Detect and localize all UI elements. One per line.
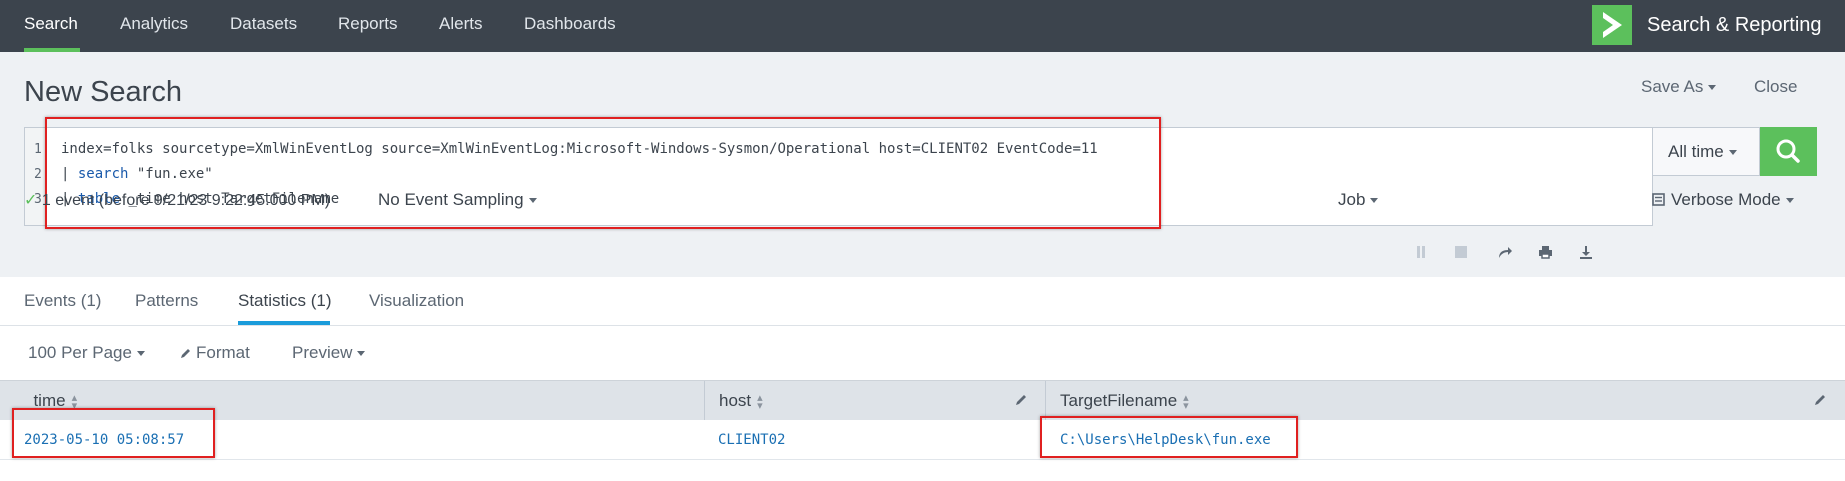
format-label: Format — [196, 343, 250, 362]
time-range-label: All time — [1668, 142, 1724, 161]
check-icon: ✓ — [24, 192, 38, 209]
tab-visualization[interactable]: Visualization — [369, 277, 464, 326]
caret-down-icon — [1370, 198, 1379, 204]
results-table-header: _time ▴ ▾ host ▴ ▾ TargetFilename ▴ ▾ — [0, 380, 1845, 421]
tab-active-indicator — [238, 321, 330, 325]
nav-alerts[interactable]: Alerts — [439, 0, 482, 52]
event-count-status: ✓ 1 event (before 9/21/23 9:22:45.000 PM… — [24, 190, 330, 210]
annotation-query-highlight — [45, 117, 1161, 229]
event-sampling-dropdown[interactable]: No Event Sampling — [378, 190, 537, 210]
caret-down-icon — [1728, 150, 1737, 156]
print-icon[interactable] — [1538, 245, 1553, 259]
sort-icon[interactable]: ▴ ▾ — [1183, 392, 1189, 411]
caret-down-icon — [1785, 198, 1794, 204]
job-label: Job — [1338, 190, 1366, 209]
per-page-dropdown[interactable]: 100 Per Page — [28, 343, 145, 363]
cell-host[interactable]: CLIENT02 — [718, 420, 785, 460]
tab-patterns[interactable]: Patterns — [135, 277, 198, 326]
export-icon[interactable] — [1579, 245, 1593, 259]
results-tabs: Events (1) Patterns Statistics (1) Visua… — [0, 277, 1845, 326]
annotation-filename-highlight — [1040, 416, 1298, 458]
search-icon — [1776, 139, 1800, 163]
pencil-icon[interactable] — [1014, 393, 1028, 407]
preview-label: Preview — [292, 343, 353, 362]
per-page-label: 100 Per Page — [28, 343, 132, 362]
column-header-label: host — [719, 391, 752, 410]
pause-icon[interactable] — [1414, 245, 1428, 259]
column-header-label: TargetFilename — [1060, 391, 1178, 410]
caret-down-icon — [357, 351, 366, 357]
line-number: 2 — [34, 167, 42, 182]
event-sampling-label: No Event Sampling — [378, 190, 524, 209]
app-title[interactable]: Search & Reporting — [1647, 0, 1822, 52]
annotation-time-highlight — [12, 408, 215, 458]
preview-dropdown[interactable]: Preview — [292, 343, 366, 363]
column-header-host[interactable]: host ▴ ▾ — [719, 381, 763, 421]
nav-analytics[interactable]: Analytics — [120, 0, 188, 52]
format-button[interactable]: Format — [180, 343, 250, 363]
line-number: 1 — [34, 142, 42, 157]
nav-search[interactable]: Search — [24, 0, 78, 52]
caret-down-icon — [528, 198, 537, 204]
save-as-label: Save As — [1641, 77, 1704, 96]
nav-datasets[interactable]: Datasets — [230, 0, 297, 52]
nav-reports[interactable]: Reports — [338, 0, 398, 52]
column-header-targetfilename[interactable]: TargetFilename ▴ ▾ — [1060, 381, 1189, 421]
tab-statistics[interactable]: Statistics (1) — [238, 277, 332, 326]
job-menu[interactable]: Job — [1338, 190, 1379, 210]
stop-icon[interactable] — [1454, 245, 1468, 259]
nav-dashboards[interactable]: Dashboards — [524, 0, 616, 52]
table-row: 2023-05-10 05:08:57 CLIENT02 C:\Users\He… — [0, 420, 1845, 460]
column-divider — [1045, 381, 1046, 421]
top-nav: Search Analytics Datasets Reports Alerts… — [0, 0, 1845, 52]
close-button[interactable]: Close — [1754, 77, 1797, 97]
sort-icon[interactable]: ▴ ▾ — [757, 392, 763, 411]
caret-down-icon — [136, 351, 145, 357]
caret-down-icon — [1708, 85, 1717, 91]
pencil-icon[interactable] — [1813, 393, 1827, 407]
share-icon[interactable] — [1497, 245, 1513, 259]
search-mode-label: Verbose Mode — [1671, 190, 1781, 209]
save-as-dropdown[interactable]: Save As — [1641, 77, 1717, 97]
chevron-right-logo-icon[interactable] — [1592, 5, 1632, 45]
time-range-picker[interactable]: All time — [1653, 127, 1760, 176]
tab-events[interactable]: Events (1) — [24, 277, 101, 326]
search-button[interactable] — [1760, 127, 1817, 176]
mode-icon — [1652, 193, 1665, 206]
search-mode-dropdown[interactable]: Verbose Mode — [1652, 190, 1794, 210]
event-count-text: 1 event (before 9/21/23 9:22:45.000 PM) — [41, 192, 331, 209]
pencil-icon — [181, 349, 190, 358]
page-title: New Search — [24, 76, 182, 108]
column-divider — [704, 381, 705, 421]
